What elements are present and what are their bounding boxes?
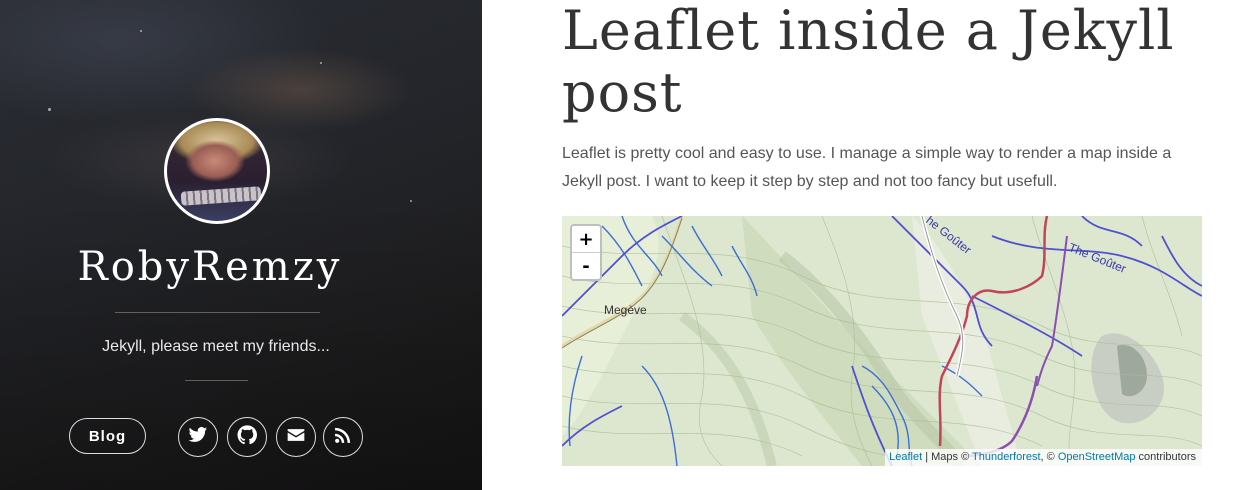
blog-button[interactable]: Blog — [69, 418, 146, 454]
thunderforest-link[interactable]: Thunderforest — [972, 451, 1040, 463]
twitter-icon — [188, 425, 208, 449]
divider — [185, 380, 248, 381]
zoom-control: + - — [570, 224, 602, 281]
email-button[interactable] — [276, 417, 316, 457]
github-icon — [237, 425, 257, 449]
zoom-out-button[interactable]: - — [572, 252, 600, 279]
place-label: Megève — [604, 303, 647, 317]
github-button[interactable] — [227, 417, 267, 457]
post-intro: Leaflet is pretty cool and easy to use. … — [562, 145, 1172, 190]
zoom-in-button[interactable]: + — [572, 226, 600, 252]
twitter-button[interactable] — [178, 417, 218, 457]
attribution-text: contributors — [1135, 451, 1196, 463]
avatar[interactable] — [164, 118, 270, 224]
divider — [115, 312, 320, 313]
rss-icon — [333, 425, 353, 449]
sidebar: RobyRemzy Jekyll, please meet my friends… — [0, 0, 482, 490]
leaflet-map[interactable]: Megève he Goûter The Goûter + - Leaflet … — [562, 216, 1202, 466]
rss-button[interactable] — [323, 417, 363, 457]
post-title: Leaflet inside a Jekyll post — [562, 0, 1175, 124]
attribution-text: , © — [1040, 451, 1058, 463]
tagline: Jekyll, please meet my friends... — [102, 338, 330, 355]
envelope-icon — [286, 425, 306, 449]
site-name[interactable]: RobyRemzy — [0, 244, 420, 290]
leaflet-link[interactable]: Leaflet — [889, 451, 922, 463]
attribution-text: | Maps © — [922, 451, 973, 463]
openstreetmap-link[interactable]: OpenStreetMap — [1058, 451, 1136, 463]
map-attribution: Leaflet | Maps © Thunderforest, © OpenSt… — [885, 449, 1202, 466]
